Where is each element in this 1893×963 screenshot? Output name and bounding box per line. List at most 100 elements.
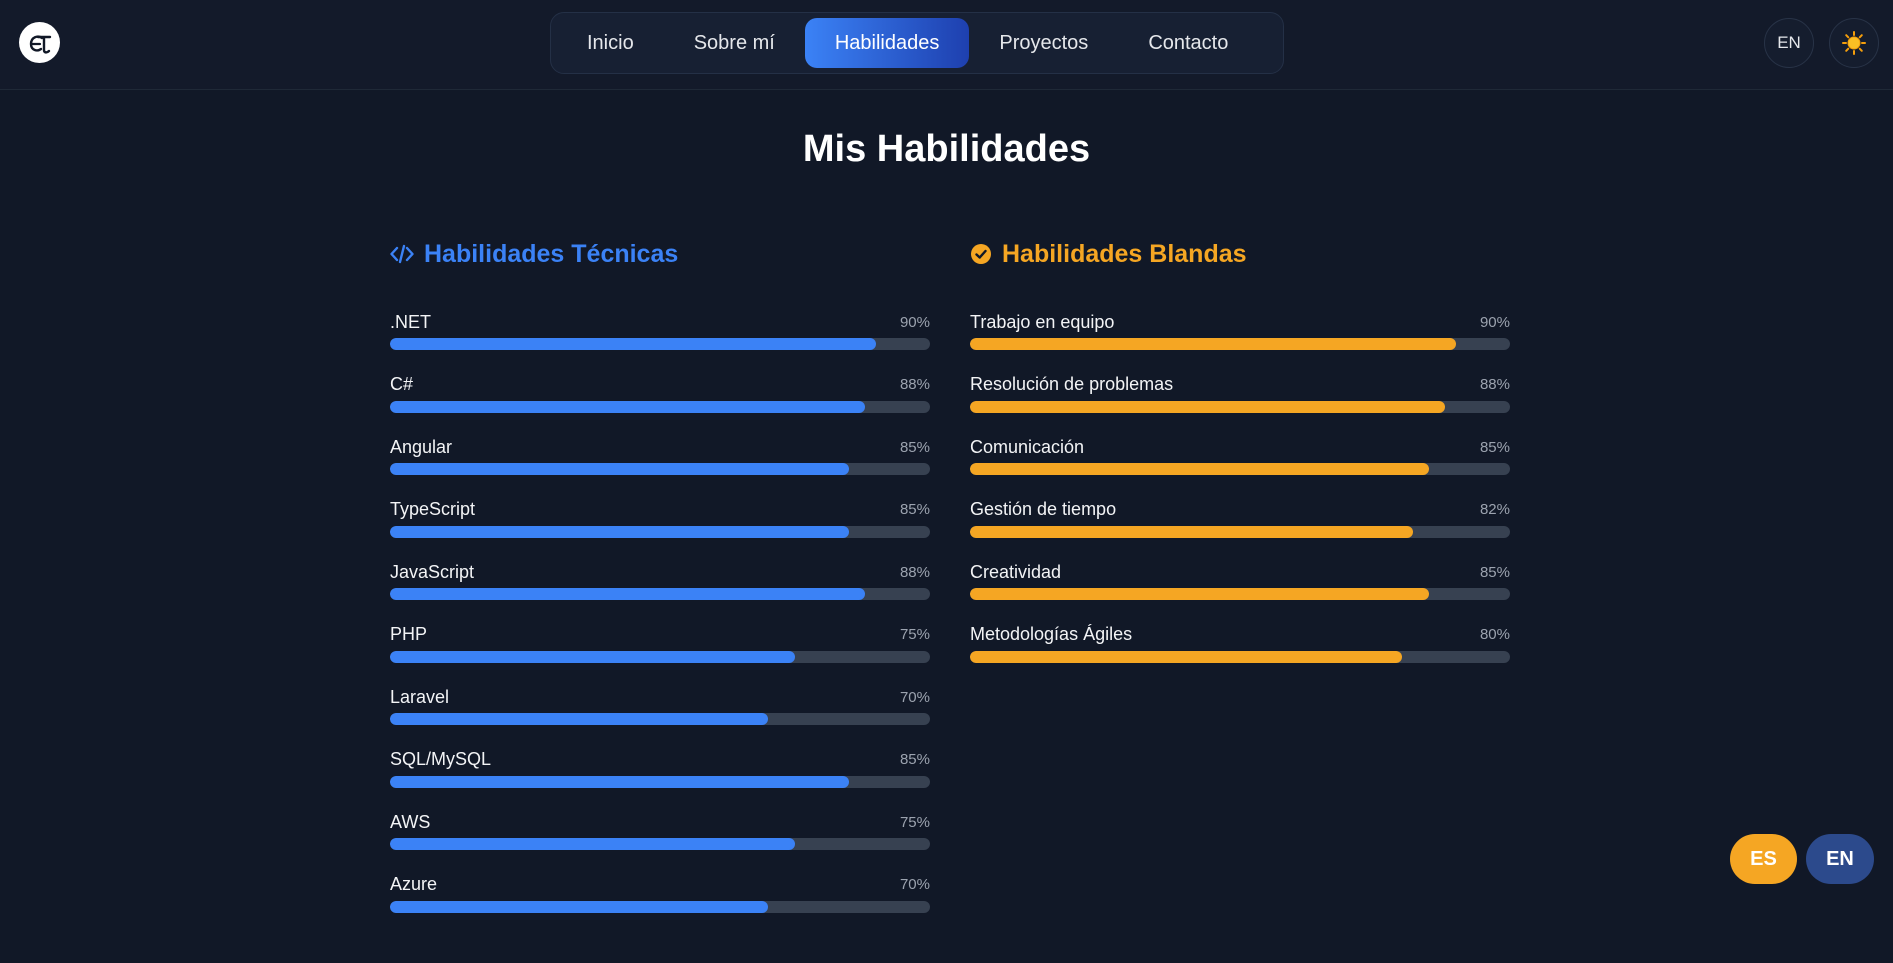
page-title: Mis Habilidades <box>0 128 1893 171</box>
technical-skill-list: .NET90%C#88%Angular85%TypeScript85%JavaS… <box>390 338 930 963</box>
skill-progress-fill <box>970 526 1413 538</box>
technical-skills-section: Habilidades Técnicas .NET 90% C# 88% Angular… <box>390 236 930 963</box>
skill-header: Azure70% <box>390 874 930 896</box>
skill-header: C# 88% <box>390 374 930 396</box>
floating-language-en-button[interactable]: EN <box>1806 834 1874 884</box>
skill-progress-track <box>970 463 1510 475</box>
skill-progress-fill <box>970 651 1402 663</box>
skill-name: Metodologías Ágiles <box>970 624 1132 645</box>
skill-name: Angular <box>390 437 452 458</box>
skill-item: Metodologías Ágiles80% <box>970 651 1510 714</box>
skill-progress-fill <box>390 526 849 538</box>
nav-item-contacto[interactable]: Contacto <box>1118 18 1258 68</box>
skill-header: JavaScript 88% <box>390 561 930 583</box>
language-toggle-button[interactable]: EN <box>1764 18 1814 68</box>
nav-item-sobre-mi[interactable]: Sobre mí <box>664 18 805 68</box>
soft-skill-list: Trabajo en equipo90%Resolución de proble… <box>970 338 1510 713</box>
skill-percent: 88% <box>900 376 930 393</box>
skill-progress-fill <box>970 401 1445 413</box>
skill-percent: 85% <box>900 501 930 518</box>
skill-progress-fill <box>390 588 865 600</box>
skill-name: Resolución de problemas <box>970 374 1173 395</box>
skill-header: SQL/MySQL 85% <box>390 749 930 771</box>
skill-progress-track <box>390 713 930 725</box>
soft-skills-heading: Habilidades Blandas <box>970 236 1510 272</box>
skill-name: Trabajo en equipo <box>970 312 1114 333</box>
theme-toggle-button[interactable] <box>1829 18 1879 68</box>
skill-progress-fill <box>390 838 795 850</box>
skill-progress-track <box>970 651 1510 663</box>
skill-name: Gestión de tiempo <box>970 499 1116 520</box>
skill-percent: 88% <box>1480 376 1510 393</box>
skill-progress-track <box>390 338 930 350</box>
skill-percent: 85% <box>1480 564 1510 581</box>
logo-icon[interactable] <box>19 22 60 63</box>
soft-skills-title: Habilidades Blandas <box>1002 240 1247 269</box>
technical-skills-title: Habilidades Técnicas <box>424 240 678 269</box>
skill-percent: 88% <box>900 564 930 581</box>
skill-header: .NET 90% <box>390 311 930 333</box>
skill-progress-track <box>970 526 1510 538</box>
skill-name: Creatividad <box>970 562 1061 583</box>
skill-percent: 90% <box>900 314 930 331</box>
skill-name: SQL/MySQL <box>390 749 491 770</box>
skill-progress-track <box>390 651 930 663</box>
skill-percent: 85% <box>900 751 930 768</box>
skill-header: PHP 75% <box>390 624 930 646</box>
skill-progress-track <box>390 463 930 475</box>
skill-header: Gestión de tiempo 82% <box>970 499 1510 521</box>
skill-progress-fill <box>390 463 849 475</box>
skill-progress-track <box>390 838 930 850</box>
skill-name: Laravel <box>390 687 449 708</box>
skill-header: Metodologías Ágiles 80% <box>970 624 1510 646</box>
nav-item-proyectos[interactable]: Proyectos <box>969 18 1118 68</box>
skill-item: Azure70% <box>390 901 930 963</box>
skill-percent: 82% <box>1480 501 1510 518</box>
skill-progress-fill <box>390 776 849 788</box>
site-header: Inicio Sobre mí Habilidades Proyectos Co… <box>0 0 1893 90</box>
skill-progress-fill <box>970 588 1429 600</box>
skill-progress-track <box>970 401 1510 413</box>
skill-progress-track <box>390 526 930 538</box>
skill-progress-fill <box>390 338 876 350</box>
code-icon <box>390 244 414 264</box>
skill-name: .NET <box>390 312 431 333</box>
check-circle-icon <box>970 243 992 265</box>
skill-percent: 70% <box>900 876 930 893</box>
skill-progress-track <box>970 588 1510 600</box>
sun-icon <box>1841 30 1867 56</box>
skill-header: Laravel 70% <box>390 686 930 708</box>
skill-header: AWS75% <box>390 811 930 833</box>
skill-name: C# <box>390 374 413 395</box>
skill-percent: 90% <box>1480 314 1510 331</box>
skill-percent: 75% <box>900 814 930 831</box>
skill-percent: 70% <box>900 689 930 706</box>
skill-header: Resolución de problemas 88% <box>970 374 1510 396</box>
skill-progress-track <box>970 338 1510 350</box>
skill-percent: 75% <box>900 626 930 643</box>
skill-progress-fill <box>390 713 768 725</box>
skill-header: Angular 85% <box>390 436 930 458</box>
skill-percent: 85% <box>900 439 930 456</box>
skill-progress-track <box>390 901 930 913</box>
soft-skills-section: Habilidades Blandas Trabajo en equipo90%… <box>970 236 1510 713</box>
technical-skills-heading: Habilidades Técnicas <box>390 236 930 272</box>
skill-name: JavaScript <box>390 562 474 583</box>
skill-progress-track <box>390 776 930 788</box>
main-nav: Inicio Sobre mí Habilidades Proyectos Co… <box>550 12 1284 74</box>
skill-header: TypeScript 85% <box>390 499 930 521</box>
skill-progress-fill <box>390 901 768 913</box>
skill-progress-track <box>390 401 930 413</box>
skill-percent: 80% <box>1480 626 1510 643</box>
skill-name: PHP <box>390 624 427 645</box>
skill-name: Comunicación <box>970 437 1084 458</box>
skill-header: Trabajo en equipo 90% <box>970 311 1510 333</box>
skill-header: Comunicación85% <box>970 436 1510 458</box>
skill-progress-track <box>390 588 930 600</box>
skill-progress-fill <box>390 651 795 663</box>
skill-name: TypeScript <box>390 499 475 520</box>
floating-language-es-button[interactable]: ES <box>1730 834 1797 884</box>
nav-item-inicio[interactable]: Inicio <box>557 18 664 68</box>
nav-item-habilidades[interactable]: Habilidades <box>805 18 970 68</box>
skill-progress-fill <box>390 401 865 413</box>
